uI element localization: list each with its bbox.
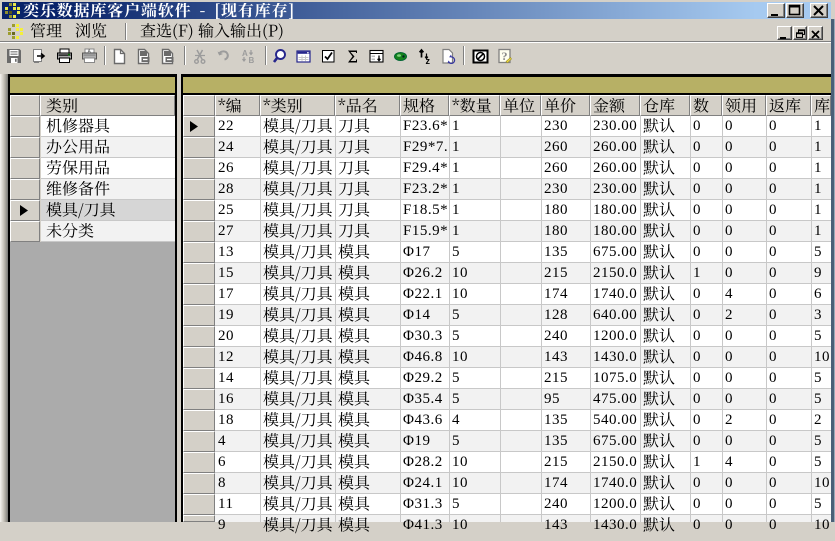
svg-text:z: z [425,56,430,65]
svg-text:B: B [248,56,254,65]
svg-text:A: A [242,49,248,58]
